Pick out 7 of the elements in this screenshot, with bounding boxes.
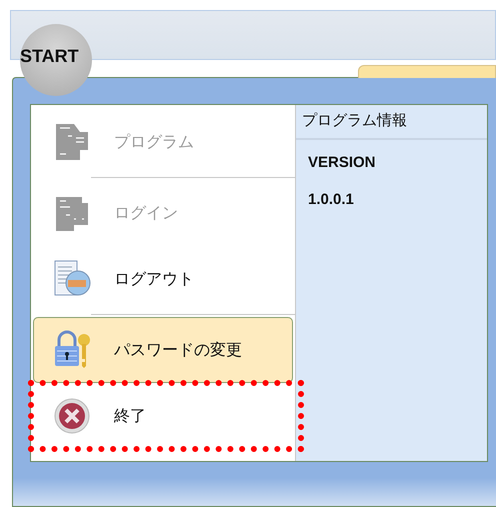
close-icon xyxy=(52,396,92,436)
menu-item[interactable]: パスワードの変更 xyxy=(33,317,293,383)
version-text: 1.0.0.1 xyxy=(307,190,355,210)
panel-title: プログラム情報 xyxy=(296,105,487,140)
menu-item[interactable]: ログアウト xyxy=(33,246,293,312)
padlock-key-icon xyxy=(52,330,92,370)
version-text: VERSION xyxy=(307,153,377,173)
